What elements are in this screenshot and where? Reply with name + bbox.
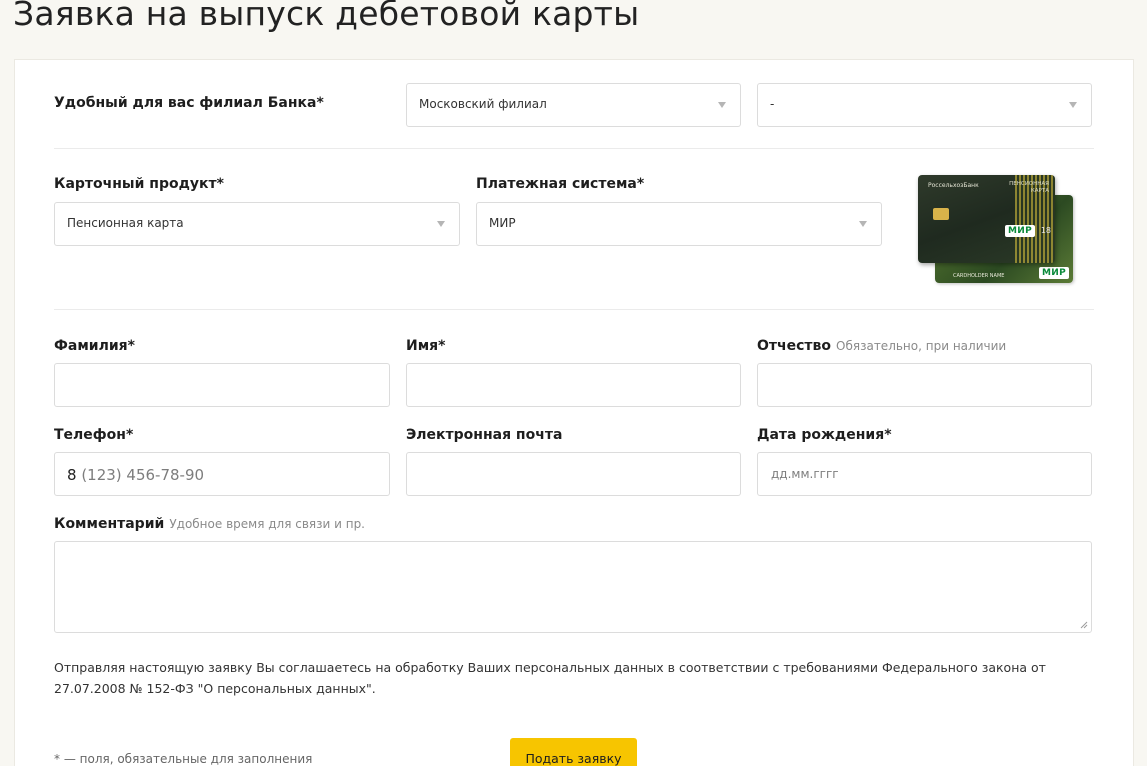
email-label: Электронная почта	[406, 427, 563, 443]
section-divider	[54, 148, 1094, 149]
patronymic-label-text: Отчество	[757, 338, 832, 354]
required-footnote: * — поля, обязательные для заполнения	[54, 752, 313, 766]
patronymic-label: Отчество Обязательно, при наличии	[757, 338, 1006, 354]
chevron-down-icon	[1069, 102, 1077, 108]
section-divider	[54, 309, 1094, 310]
birth-date-input[interactable]: дд.мм.гггг	[757, 452, 1092, 496]
phone-placeholder: (123) 456-78-90	[81, 466, 205, 484]
chevron-down-icon	[718, 102, 726, 108]
mir-logo: МИР	[1005, 225, 1035, 237]
card-image: CARDHOLDER NAME МИР РоссельхозБанк ПЕНСИ…	[918, 175, 1074, 285]
email-input[interactable]	[406, 452, 741, 496]
comment-textarea[interactable]	[54, 541, 1092, 633]
patronymic-hint: Обязательно, при наличии	[836, 339, 1007, 353]
patronymic-input[interactable]	[757, 363, 1092, 407]
bank-logo: РоссельхозБанк	[928, 182, 979, 189]
card-product-text-1: ПЕНСИОННАЯ	[1009, 181, 1049, 187]
phone-prefix: 8	[67, 466, 77, 484]
chevron-down-icon	[437, 221, 445, 227]
branch-label: Удобный для вас филиал Банка*	[54, 95, 324, 111]
payment-system-label: Платежная система*	[476, 176, 645, 192]
chip-icon	[933, 208, 949, 220]
page-title: Заявка на выпуск дебетовой карты	[13, 0, 640, 33]
comment-hint: Удобное время для связи и пр.	[169, 517, 365, 531]
office-select-value: -	[770, 97, 775, 111]
name-label: Имя*	[406, 338, 446, 354]
card-front-image: РоссельхозБанк ПЕНСИОННАЯ КАРТА МИР 18	[918, 175, 1055, 263]
comment-label-text: Комментарий	[54, 516, 165, 532]
birth-date-placeholder: дд.мм.гггг	[771, 467, 839, 481]
payment-system-value: МИР	[489, 216, 516, 230]
consent-text: Отправляя настоящую заявку Вы соглашаете…	[54, 660, 1046, 696]
branch-select[interactable]: Московский филиал	[406, 83, 741, 127]
card-product-label: Карточный продукт*	[54, 176, 224, 192]
card-product-value: Пенсионная карта	[67, 216, 184, 230]
card-product-select[interactable]: Пенсионная карта	[54, 202, 460, 246]
submit-button[interactable]: Подать заявку	[510, 738, 637, 766]
branch-select-value: Московский филиал	[419, 97, 547, 111]
chevron-down-icon	[859, 221, 867, 227]
phone-input[interactable]: 8 (123) 456-78-90	[54, 452, 390, 496]
name-input[interactable]	[406, 363, 741, 407]
age-mark: 18	[1040, 226, 1051, 235]
resize-handle-icon[interactable]	[1080, 621, 1088, 629]
surname-label: Фамилия*	[54, 338, 135, 354]
card-product-text-2: КАРТА	[1030, 188, 1049, 194]
office-select[interactable]: -	[757, 83, 1092, 127]
phone-label: Телефон*	[54, 427, 134, 443]
surname-input[interactable]	[54, 363, 390, 407]
comment-label: Комментарий Удобное время для связи и пр.	[54, 516, 365, 532]
mir-logo: МИР	[1039, 267, 1069, 279]
payment-system-select[interactable]: МИР	[476, 202, 882, 246]
card-holder-text: CARDHOLDER NAME	[953, 273, 1005, 279]
birth-date-label: Дата рождения*	[757, 427, 892, 443]
